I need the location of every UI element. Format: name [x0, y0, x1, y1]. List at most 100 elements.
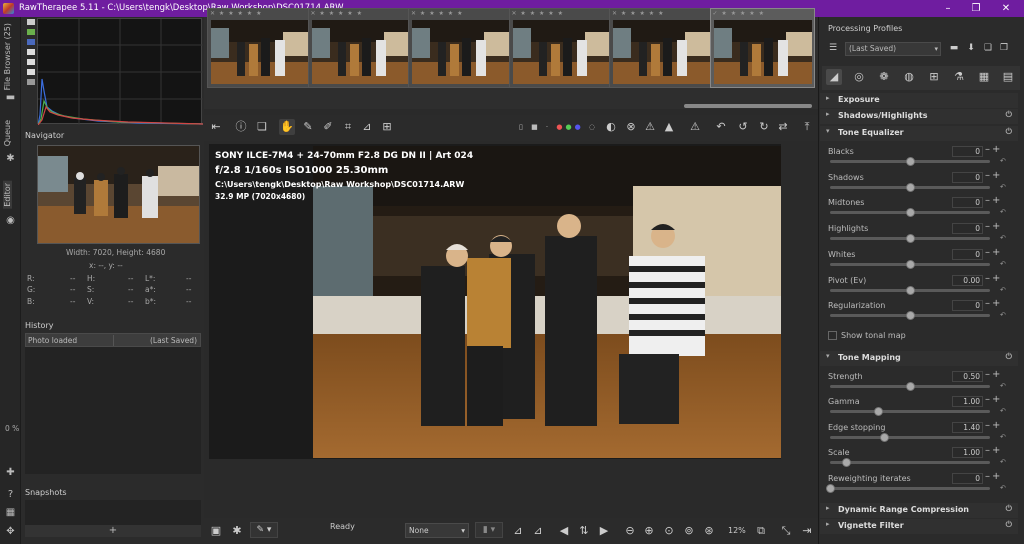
show-tonal-map-checkbox[interactable]: [828, 331, 837, 340]
tone-map-stepper[interactable]: –+: [985, 394, 1002, 405]
rotate-cw-icon[interactable]: ↻: [756, 119, 772, 135]
metadata-tab-icon[interactable]: ▤: [1000, 69, 1016, 85]
reset-icon[interactable]: ↶: [1000, 311, 1006, 319]
hide-right-panel-icon[interactable]: ⇥: [799, 523, 815, 539]
history-entry-label[interactable]: Photo loaded: [28, 336, 77, 345]
filmstrip-thumb[interactable]: ✓ ★ ★ ★ ★ ★: [709, 8, 815, 88]
thumb-rating[interactable]: ✕ ★ ★ ★ ★ ★: [512, 10, 564, 17]
straighten-icon[interactable]: ⊿: [359, 119, 375, 135]
tab-editor[interactable]: Editor: [3, 181, 12, 209]
history-list[interactable]: [25, 347, 201, 474]
tone-map-slider-handle[interactable]: [906, 382, 915, 391]
add-snapshot-button[interactable]: +: [25, 525, 201, 537]
fullscreen-icon[interactable]: ✥: [5, 526, 16, 537]
color-picker-icon[interactable]: ✐: [320, 119, 336, 135]
section-exposure[interactable]: ▸ Exposure: [820, 93, 1018, 108]
zoom-fit-icon[interactable]: ⊚: [681, 523, 697, 539]
histogram-rgb-icon[interactable]: [27, 29, 35, 35]
tone-eq-stepper[interactable]: –+: [985, 195, 1002, 206]
reset-icon[interactable]: ↶: [1000, 286, 1006, 294]
shadow-warning-icon[interactable]: ⚠: [642, 119, 658, 135]
advanced-tab-icon[interactable]: ◍: [901, 69, 917, 85]
tone-eq-slider-handle[interactable]: [906, 157, 915, 166]
histogram-raw-icon[interactable]: [27, 69, 35, 75]
tab-file-browser[interactable]: File Browser (25): [3, 23, 12, 90]
tone-eq-slider-handle[interactable]: [906, 285, 915, 295]
reset-icon[interactable]: ↶: [1000, 433, 1006, 441]
tone-map-value-input[interactable]: 1.00: [952, 447, 983, 459]
tone-eq-slider-handle[interactable]: [906, 259, 915, 269]
tone-eq-slider-handle[interactable]: [906, 182, 915, 192]
hide-panel-icon[interactable]: ⇤: [208, 119, 224, 135]
reset-icon[interactable]: ↶: [1000, 382, 1006, 390]
tone-eq-value-input[interactable]: 0: [952, 197, 983, 209]
power-icon[interactable]: ⏻: [1006, 352, 1012, 362]
color-tab-icon[interactable]: ❁: [876, 69, 892, 85]
close-button[interactable]: ✕: [994, 1, 1018, 16]
raw-tab-icon[interactable]: ⚗: [951, 69, 967, 85]
gamut-check-icon[interactable]: ⊿: [530, 523, 546, 539]
before-after-icon[interactable]: ❏: [254, 119, 270, 135]
filmstrip-thumb[interactable]: ✕ ★ ★ ★ ★ ★: [307, 8, 413, 88]
tone-map-slider-track[interactable]: [830, 486, 990, 490]
reset-icon[interactable]: ↶: [1000, 208, 1006, 216]
perspective-icon[interactable]: ⊞: [379, 119, 395, 135]
reset-icon[interactable]: ↶: [1000, 484, 1006, 492]
copy-profile-icon[interactable]: ❏: [982, 42, 994, 54]
save-icon[interactable]: ▣: [208, 523, 224, 539]
prev-image-icon[interactable]: ◀: [556, 523, 572, 539]
tone-map-stepper[interactable]: –+: [985, 369, 1002, 380]
locallab-tab-icon[interactable]: ▦: [976, 69, 992, 85]
filmstrip-thumb[interactable]: ✕ ★ ★ ★ ★ ★: [609, 8, 714, 88]
tone-eq-stepper[interactable]: –+: [985, 170, 1002, 181]
reset-icon[interactable]: ↶: [1000, 260, 1006, 268]
folder-icon[interactable]: ▬: [5, 92, 16, 103]
filmstrip-thumb[interactable]: ✕ ★ ★ ★ ★ ★: [408, 8, 513, 88]
tone-map-slider-handle[interactable]: [826, 483, 835, 493]
highlight-warning-icon[interactable]: ▲: [661, 119, 677, 135]
reset-icon[interactable]: ↶: [1000, 234, 1006, 242]
histogram-luma-icon[interactable]: [27, 49, 35, 55]
tone-eq-stepper[interactable]: –+: [985, 144, 1002, 155]
new-window-icon[interactable]: ⧉: [753, 523, 769, 539]
monitor-profile-icon[interactable]: ⊿: [510, 523, 526, 539]
tone-map-value-input[interactable]: 1.40: [952, 421, 983, 433]
zoom-out-icon[interactable]: ⊖: [622, 523, 638, 539]
tone-eq-stepper[interactable]: –+: [985, 221, 1002, 232]
navigator-preview[interactable]: [37, 145, 200, 244]
reset-icon[interactable]: ↶: [1000, 458, 1006, 466]
zoom-in-icon[interactable]: ⊕: [641, 523, 657, 539]
power-icon[interactable]: ⏻: [1006, 127, 1012, 137]
thumb-rating[interactable]: ✕ ★ ★ ★ ★ ★: [411, 10, 463, 17]
histogram-warning-icon[interactable]: ⚠: [687, 119, 703, 135]
tone-eq-value-input[interactable]: 0.00: [952, 274, 983, 286]
reset-icon[interactable]: ↶: [1000, 407, 1006, 415]
section-tone-mapping[interactable]: ▾ Tone Mapping ⏻: [820, 351, 1018, 366]
zoom-fit-crop-icon[interactable]: ⊛: [701, 523, 717, 539]
power-icon[interactable]: ⏻: [1006, 504, 1012, 514]
flip-icon[interactable]: ⇄: [775, 119, 791, 135]
tone-map-stepper[interactable]: –+: [985, 420, 1002, 431]
editor-icon[interactable]: ◉: [5, 215, 16, 226]
tone-map-slider-track[interactable]: [830, 435, 990, 439]
snapshots-list[interactable]: [25, 500, 201, 525]
output-profile-select[interactable]: None ▾: [405, 523, 469, 538]
histogram-bar-icon[interactable]: [27, 79, 35, 85]
tone-eq-value-input[interactable]: 0: [952, 171, 983, 183]
tone-map-value-input[interactable]: 0: [952, 472, 983, 484]
tone-map-stepper[interactable]: –+: [985, 471, 1002, 482]
tone-eq-value-input[interactable]: 0: [952, 300, 983, 312]
filmstrip-scrollbar[interactable]: [684, 104, 812, 108]
fullscreen-toggle-icon[interactable]: ⤡: [778, 523, 794, 539]
tone-map-stepper[interactable]: –+: [985, 445, 1002, 456]
save-profile-icon[interactable]: ⬇: [965, 42, 977, 54]
filmstrip-thumb[interactable]: ✕ ★ ★ ★ ★ ★: [508, 8, 614, 88]
detail-tab-icon[interactable]: ◎: [851, 69, 867, 85]
rotate-left-icon[interactable]: ↶: [713, 119, 729, 135]
tone-map-slider-track[interactable]: [830, 410, 990, 414]
tone-eq-stepper[interactable]: –+: [985, 273, 1002, 284]
grid-icon[interactable]: ▦: [5, 507, 16, 518]
profile-menu-icon[interactable]: ☰: [827, 42, 839, 54]
section-dynamic-range-compression[interactable]: ▸ Dynamic Range Compression ⏻: [820, 503, 1018, 518]
maximize-button[interactable]: ❐: [964, 1, 988, 16]
